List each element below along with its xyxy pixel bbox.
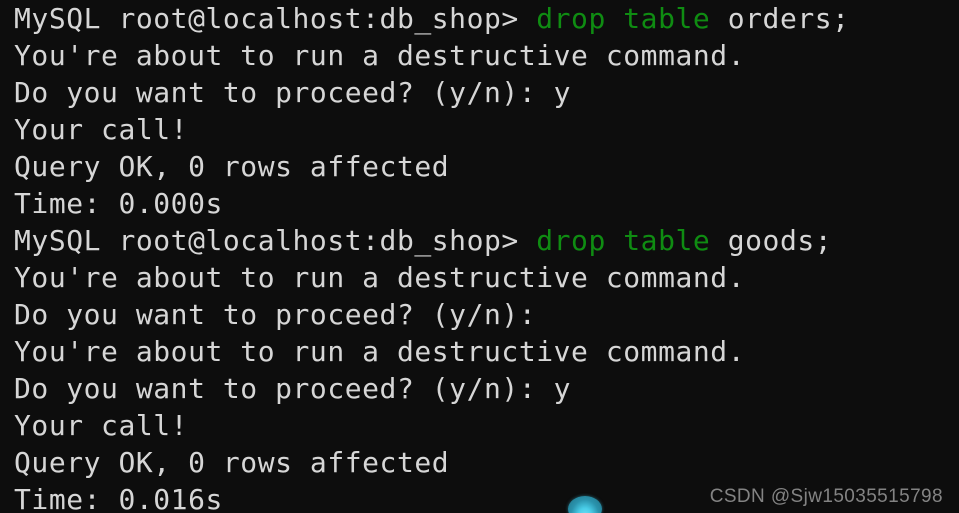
terminal-line-text: Do you want to proceed? (y/n): y bbox=[14, 76, 572, 109]
terminal-line-text: Your call! bbox=[14, 409, 189, 442]
shell-prompt: MySQL root@localhost:db_shop> bbox=[14, 224, 537, 257]
sql-keyword: drop table bbox=[536, 224, 711, 257]
sql-keyword: drop table bbox=[536, 2, 711, 35]
terminal-line: You're about to run a destructive comman… bbox=[14, 259, 959, 296]
terminal-line-text: Query OK, 0 rows affected bbox=[14, 446, 450, 479]
terminal-output: MySQL root@localhost:db_shop> drop table… bbox=[14, 0, 959, 513]
terminal-line-text: Query OK, 0 rows affected bbox=[14, 150, 450, 183]
terminal-line: You're about to run a destructive comman… bbox=[14, 333, 959, 370]
terminal-line: MySQL root@localhost:db_shop> drop table… bbox=[14, 0, 959, 37]
terminal-line: Time: 0.000s bbox=[14, 185, 959, 222]
terminal-line: Do you want to proceed? (y/n): y bbox=[14, 74, 959, 111]
watermark-label: CSDN @Sjw15035515798 bbox=[709, 486, 943, 507]
terminal-line: You're about to run a destructive comman… bbox=[14, 37, 959, 74]
terminal-line-text: Time: 0.000s bbox=[14, 187, 223, 220]
terminal-line: Do you want to proceed? (y/n): bbox=[14, 296, 959, 333]
sql-argument: orders; bbox=[710, 2, 850, 35]
terminal-line-text: Do you want to proceed? (y/n): y bbox=[14, 372, 572, 405]
terminal-line: Your call! bbox=[14, 407, 959, 444]
terminal-line: MySQL root@localhost:db_shop> drop table… bbox=[14, 222, 959, 259]
terminal-line-text: Time: 0.016s bbox=[14, 483, 223, 513]
terminal-line: Your call! bbox=[14, 111, 959, 148]
terminal-line: Query OK, 0 rows affected bbox=[14, 148, 959, 185]
terminal-window[interactable]: MySQL root@localhost:db_shop> drop table… bbox=[0, 0, 959, 513]
sql-argument: goods; bbox=[710, 224, 833, 257]
shell-prompt: MySQL root@localhost:db_shop> bbox=[14, 2, 537, 35]
terminal-line-text: Your call! bbox=[14, 113, 189, 146]
terminal-line-text: Do you want to proceed? (y/n): bbox=[14, 298, 537, 331]
terminal-line-text: You're about to run a destructive comman… bbox=[14, 39, 746, 72]
terminal-line-text: You're about to run a destructive comman… bbox=[14, 335, 746, 368]
terminal-line-text: You're about to run a destructive comman… bbox=[14, 261, 746, 294]
terminal-line: Query OK, 0 rows affected bbox=[14, 444, 959, 481]
terminal-line: Do you want to proceed? (y/n): y bbox=[14, 370, 959, 407]
